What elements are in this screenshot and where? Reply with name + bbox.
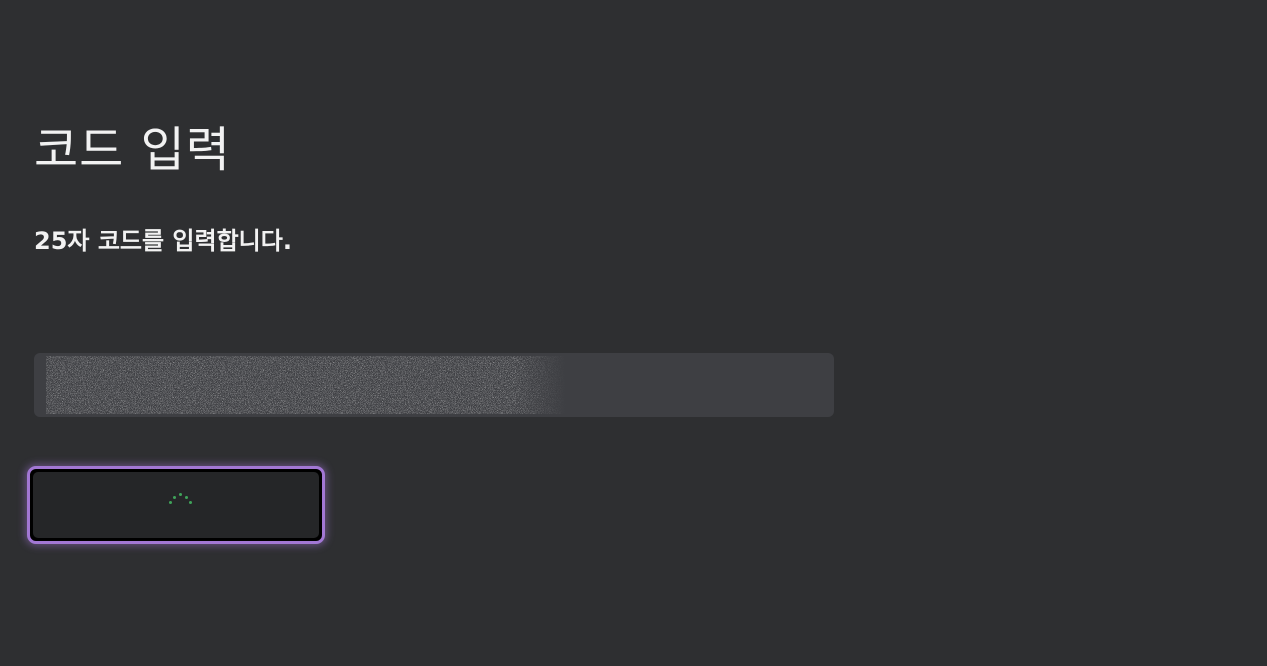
next-button[interactable] [27, 466, 325, 544]
page-subtitle: 25자 코드를 입력합니다. [34, 227, 292, 255]
loading-spinner-icon [165, 487, 195, 517]
page-title: 코드 입력 [34, 122, 231, 178]
obscured-code-text [46, 356, 566, 414]
code-input[interactable] [34, 353, 834, 417]
next-button-surface [33, 472, 319, 538]
redeem-code-page: 코드 입력 25자 코드를 입력합니다. [0, 0, 1267, 666]
